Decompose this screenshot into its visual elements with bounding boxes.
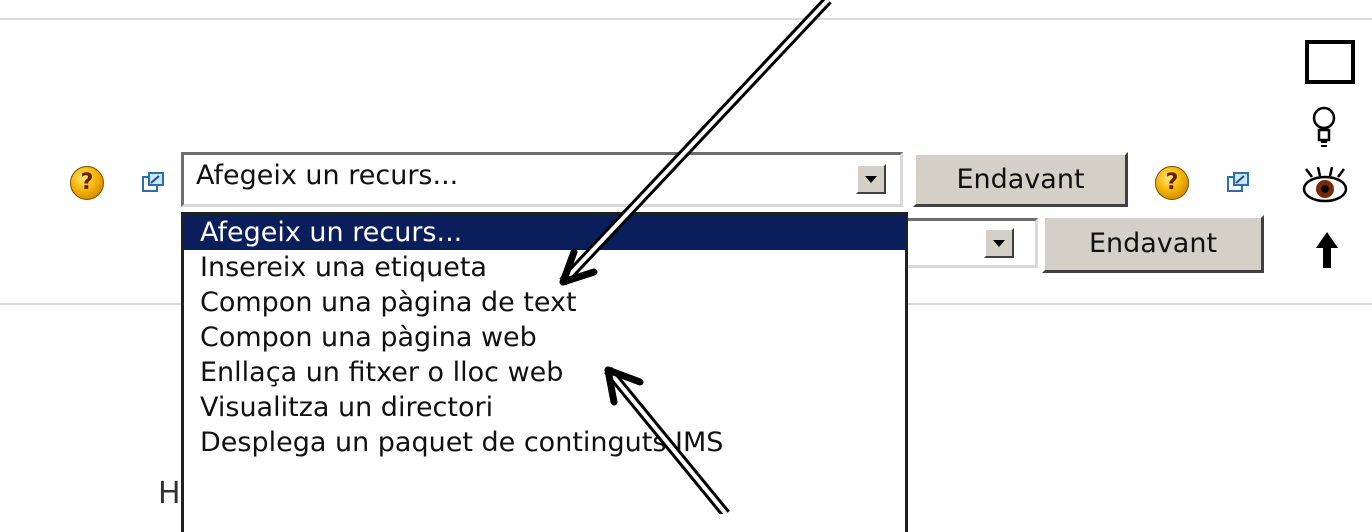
select-dropdown-arrow[interactable]: [856, 164, 886, 194]
dropdown-option[interactable]: Insereix una etiqueta: [184, 250, 905, 285]
dropdown-option[interactable]: Compon una pàgina web: [184, 320, 905, 355]
up-arrow-icon[interactable]: [1314, 230, 1340, 270]
add-resource-select[interactable]: Afegeix un recurs...: [181, 152, 903, 207]
help-icon[interactable]: ?: [1155, 166, 1189, 200]
dropdown-option[interactable]: Enllaça un fitxer o lloc web: [184, 355, 905, 390]
eye-icon[interactable]: [1300, 165, 1350, 207]
partial-heading: H: [158, 476, 181, 511]
popup-window-icon[interactable]: [1227, 172, 1249, 194]
dropdown-option[interactable]: Compon una pàgina de text: [184, 285, 905, 320]
top-divider: [0, 18, 1372, 20]
go-button-2[interactable]: Endavant: [1042, 215, 1264, 273]
lightbulb-icon[interactable]: [1311, 104, 1337, 150]
dropdown-option[interactable]: Visualitza un directori: [184, 390, 905, 425]
resource-dropdown-list[interactable]: Afegeix un recurs... Insereix una etique…: [181, 212, 908, 532]
dropdown-option[interactable]: Desplega un paquet de continguts IMS: [184, 425, 905, 460]
dropdown-option[interactable]: Afegeix un recurs...: [184, 215, 905, 250]
go-button[interactable]: Endavant: [913, 152, 1128, 207]
help-icon[interactable]: ?: [70, 166, 104, 200]
popup-window-icon[interactable]: [142, 172, 164, 194]
add-activity-select[interactable]: [900, 218, 1038, 268]
select-value: Afegeix un recurs...: [196, 160, 459, 191]
square-icon[interactable]: [1305, 40, 1355, 84]
select-dropdown-arrow[interactable]: [984, 228, 1014, 258]
